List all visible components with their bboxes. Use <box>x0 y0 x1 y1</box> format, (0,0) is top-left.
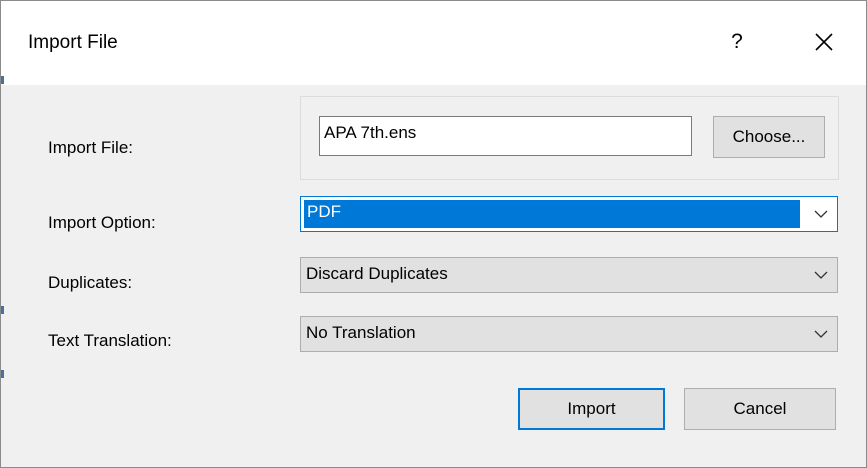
duplicates-label: Duplicates: <box>48 273 133 292</box>
text-translation-value: No Translation <box>306 323 416 342</box>
cancel-button[interactable]: Cancel <box>684 388 836 430</box>
import-option-label: Import Option: <box>48 213 156 232</box>
import-option-value: PDF <box>307 202 341 221</box>
duplicates-select[interactable]: Discard Duplicates <box>300 257 838 293</box>
import-file-path-input[interactable]: APA 7th.ens <box>319 116 692 156</box>
duplicates-value: Discard Duplicates <box>306 264 448 283</box>
close-icon <box>815 33 833 51</box>
window-edge-mark <box>1 76 4 84</box>
window-edge-mark <box>1 306 4 314</box>
import-button[interactable]: Import <box>518 388 665 430</box>
text-translation-select[interactable]: No Translation <box>300 316 838 352</box>
choose-button[interactable]: Choose... <box>713 116 825 158</box>
chevron-down-icon <box>814 271 828 279</box>
dialog-title: Import File <box>28 32 118 53</box>
text-translation-label: Text Translation: <box>48 331 172 350</box>
help-icon: ? <box>731 30 743 53</box>
close-button[interactable] <box>801 19 847 65</box>
import-file-label: Import File: <box>48 138 134 157</box>
import-file-dialog: Import File ? Import File: APA 7th.ens C… <box>0 0 867 468</box>
chevron-down-icon <box>814 330 828 338</box>
import-option-select[interactable]: PDF <box>300 196 838 232</box>
selection-highlight <box>304 200 800 228</box>
chevron-down-icon <box>814 210 828 218</box>
window-edge-mark <box>1 370 4 378</box>
title-bar: Import File ? <box>1 1 866 85</box>
help-button[interactable]: ? <box>717 19 757 65</box>
